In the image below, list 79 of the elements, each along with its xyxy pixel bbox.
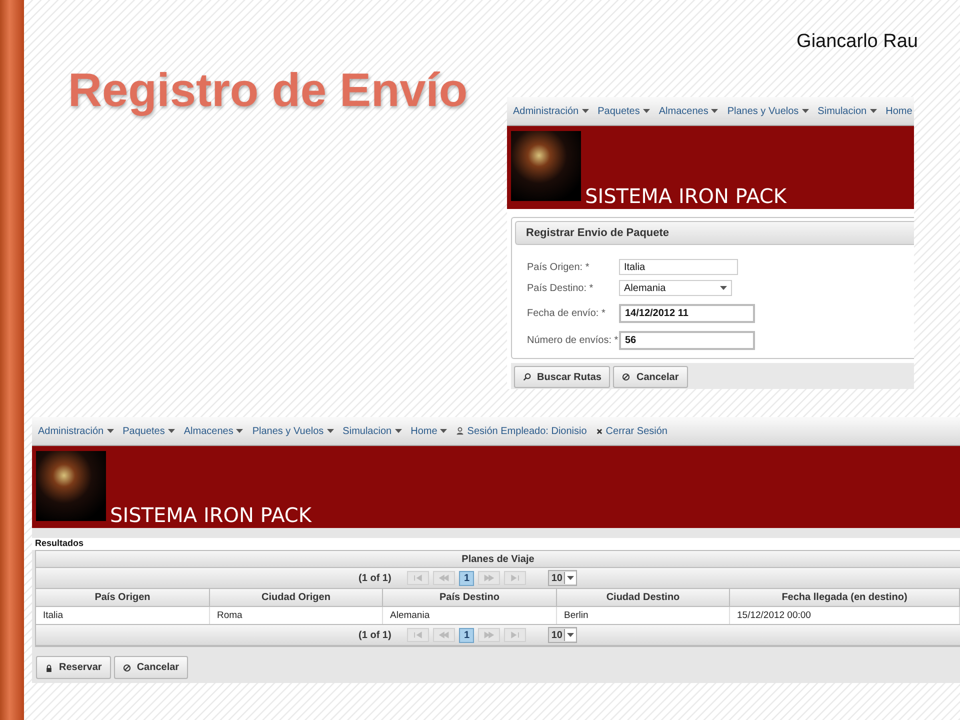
last-page-icon[interactable] xyxy=(504,571,526,585)
first-page-icon[interactable] xyxy=(407,628,430,642)
slide-title: Registro de Envío xyxy=(68,62,468,117)
caret-icon xyxy=(106,429,114,433)
menu-item[interactable]: Almacenes xyxy=(658,106,718,116)
next-page-icon[interactable] xyxy=(478,571,500,585)
caret-icon xyxy=(720,286,727,290)
rows-per-page-select[interactable]: 10 xyxy=(548,627,578,643)
first-page-icon[interactable] xyxy=(407,571,430,585)
field-label: Fecha de envío: * xyxy=(527,308,606,319)
author-name: Giancarlo Rau xyxy=(796,31,918,53)
menu-item[interactable]: Simulacion xyxy=(818,106,877,116)
menu-item[interactable]: Planes y Vuelos xyxy=(252,426,334,436)
photo-placeholder xyxy=(36,451,106,521)
menu-item[interactable]: Simulacion xyxy=(342,426,402,436)
menu-item[interactable]: Paquetes xyxy=(122,426,175,436)
caret-icon xyxy=(168,429,175,433)
close-icon xyxy=(596,428,603,434)
menu-item[interactable]: Administración xyxy=(38,426,114,436)
caret-icon xyxy=(642,109,650,113)
previous-page-icon[interactable] xyxy=(433,628,456,642)
panel-title: Registrar Envio de Paquete xyxy=(515,221,914,245)
menu-item[interactable]: Planes y Vuelos xyxy=(727,106,809,116)
caret-icon xyxy=(870,109,877,113)
lock-icon xyxy=(45,664,53,672)
results-button[interactable]: Reservar xyxy=(36,656,111,679)
caret-icon xyxy=(440,429,448,433)
caret-icon xyxy=(567,576,574,580)
menu-item[interactable]: Paquetes xyxy=(598,106,650,116)
cancel-icon xyxy=(622,373,630,381)
photo-placeholder xyxy=(511,131,581,201)
field-label: País Origen: * xyxy=(527,262,590,272)
caret-icon xyxy=(394,429,402,433)
caret-icon xyxy=(567,633,574,637)
menu-item[interactable]: Almacenes xyxy=(184,426,244,436)
page-button[interactable]: 1 xyxy=(459,570,474,586)
caret-icon xyxy=(711,109,718,113)
select-field[interactable]: Alemania xyxy=(619,280,732,296)
results-button[interactable]: Cancelar xyxy=(114,656,188,679)
next-page-icon[interactable] xyxy=(478,628,500,642)
page-summary: (1 of 1) xyxy=(358,630,392,640)
caret-icon xyxy=(326,429,334,433)
form-button[interactable]: Cancelar xyxy=(613,366,688,388)
search-icon xyxy=(523,373,531,381)
column-header[interactable]: País Destino xyxy=(383,589,557,606)
field-label: Número de envíos: * xyxy=(527,335,619,346)
section-title: Resultados xyxy=(32,538,960,550)
input-field[interactable]: 56 xyxy=(619,331,755,350)
field-label: País Destino: * xyxy=(527,282,594,294)
user-icon xyxy=(456,427,464,435)
table-title: Planes de Viaje xyxy=(36,551,960,568)
rows-per-page-select[interactable]: 10 xyxy=(548,570,578,586)
banner-title: SISTEMA IRON PACK xyxy=(585,186,786,206)
table-cell: Alemania xyxy=(383,607,557,624)
table-cell: Italia xyxy=(36,607,210,624)
menu-item[interactable]: Home xyxy=(886,106,914,116)
page-summary: (1 of 1) xyxy=(358,572,392,584)
menu-item[interactable]: Sesión Empleado: Dionisio xyxy=(456,426,587,436)
column-header[interactable]: Ciudad Origen xyxy=(210,589,383,606)
column-header[interactable]: Ciudad Destino xyxy=(557,589,730,606)
input-field[interactable]: Italia xyxy=(619,259,738,275)
page-button[interactable]: 1 xyxy=(459,628,474,642)
menu-item[interactable]: Home xyxy=(410,426,448,436)
column-header[interactable]: Fecha llegada (en destino) xyxy=(730,589,960,606)
last-page-icon[interactable] xyxy=(504,628,526,642)
menu-item[interactable]: Administración xyxy=(513,106,589,116)
table-cell: 15/12/2012 00:00 xyxy=(730,607,960,624)
previous-page-icon[interactable] xyxy=(433,571,456,585)
menu-item[interactable]: Cerrar Sesión xyxy=(596,426,668,436)
form-button[interactable]: Buscar Rutas xyxy=(514,366,610,388)
caret-icon xyxy=(582,109,589,113)
caret-icon xyxy=(802,109,809,113)
cancel-icon xyxy=(122,664,131,672)
table-cell: Berlin xyxy=(557,607,730,624)
input-field[interactable]: 14/12/2012 11 xyxy=(619,304,755,323)
column-header[interactable]: País Origen xyxy=(36,589,210,606)
caret-icon xyxy=(236,429,244,433)
table-cell: Roma xyxy=(210,607,383,624)
banner-title: SISTEMA IRON PACK xyxy=(110,505,312,525)
